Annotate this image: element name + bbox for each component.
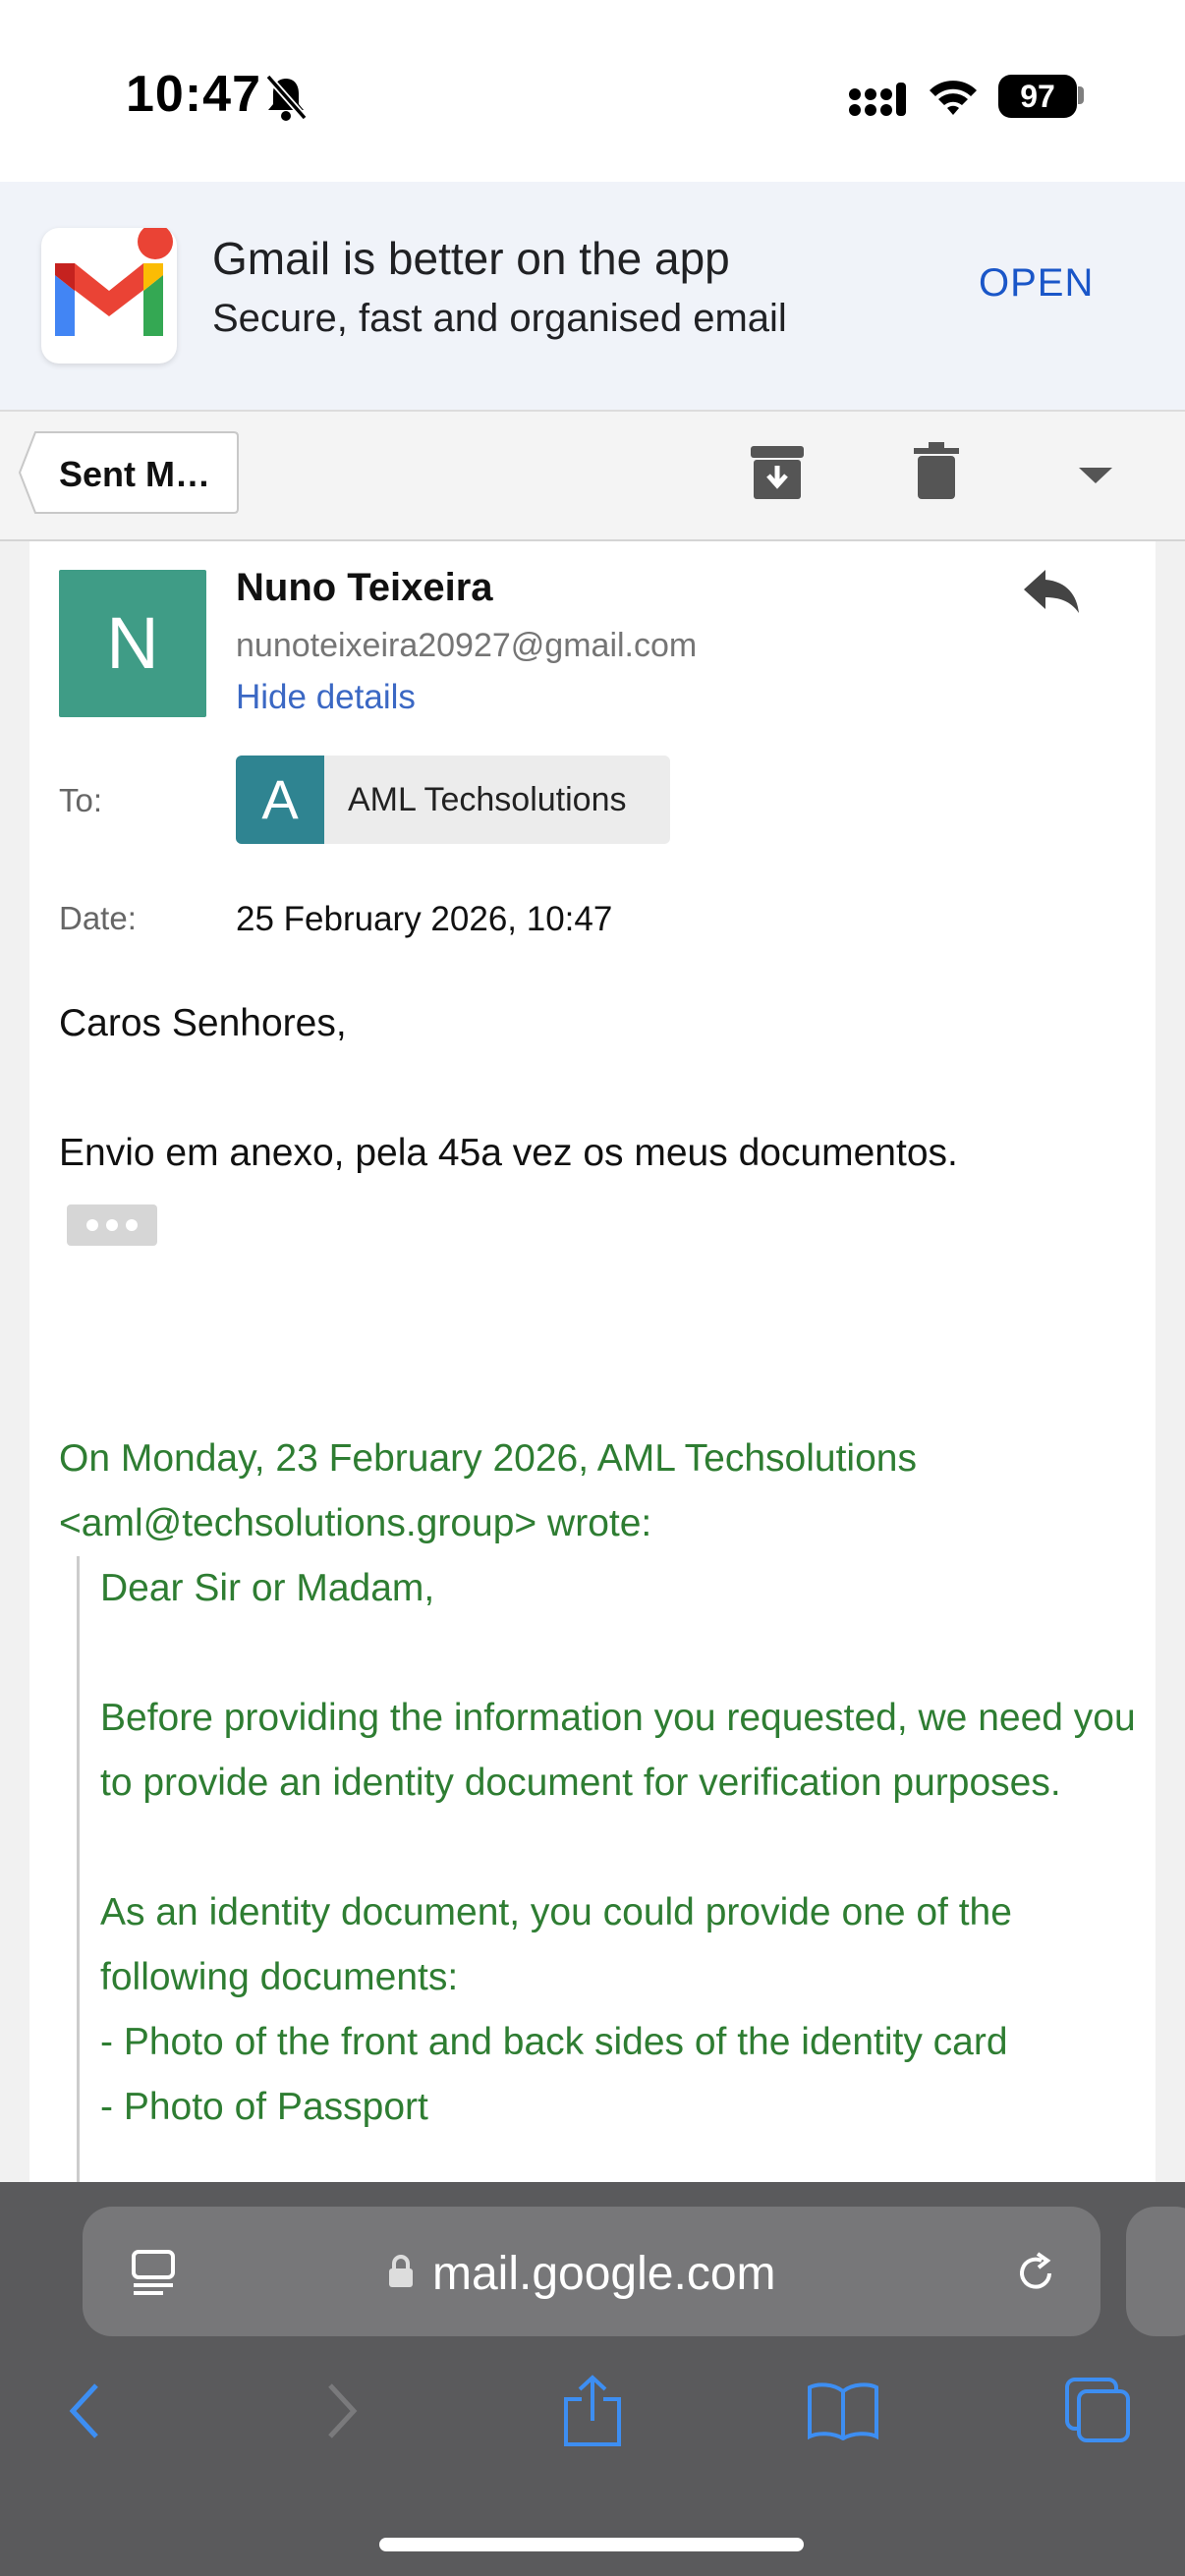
quoted-reply-header: On Monday, 23 February 2026, AML Techsol… bbox=[59, 1437, 917, 1544]
email-greeting: Caros Senhores, bbox=[59, 1002, 347, 1044]
share-icon[interactable] bbox=[560, 2374, 625, 2448]
back-arrow-icon[interactable] bbox=[65, 2381, 104, 2440]
tabs-icon[interactable] bbox=[1063, 2376, 1132, 2444]
open-app-button[interactable]: OPEN bbox=[979, 261, 1094, 306]
banner-subtitle: Secure, fast and organised email bbox=[212, 297, 787, 340]
recipient-avatar: A bbox=[236, 756, 324, 844]
bookmarks-icon[interactable] bbox=[806, 2381, 880, 2440]
status-time: 10:47 bbox=[126, 66, 261, 123]
recipient-name: AML Techsolutions bbox=[348, 781, 627, 818]
url-text: mail.google.com bbox=[432, 2248, 776, 2300]
trash-icon[interactable] bbox=[914, 442, 959, 499]
date-label: Date: bbox=[59, 900, 137, 936]
quote-border bbox=[77, 1556, 80, 2185]
sender-avatar: N bbox=[59, 570, 206, 717]
reader-mode-icon[interactable] bbox=[130, 2248, 179, 2297]
battery-nub bbox=[1078, 86, 1084, 104]
cellular-signal-icon bbox=[849, 83, 906, 116]
page-gutter-left bbox=[0, 541, 29, 2182]
to-label: To: bbox=[59, 782, 103, 818]
gmail-logo-icon bbox=[41, 224, 177, 364]
wifi-icon bbox=[930, 81, 977, 115]
lock-icon bbox=[389, 2255, 413, 2287]
back-button-label: Sent M… bbox=[59, 454, 211, 494]
recipient-chip[interactable]: A AML Techsolutions bbox=[236, 756, 670, 844]
archive-icon[interactable] bbox=[749, 444, 806, 501]
chevron-down-icon[interactable] bbox=[1077, 466, 1114, 485]
page-gutter-right bbox=[1156, 541, 1185, 2182]
battery-indicator: 97 bbox=[998, 75, 1077, 118]
forward-arrow-icon bbox=[328, 2383, 358, 2438]
email-body-text: Envio em anexo, pela 45a vez os meus doc… bbox=[59, 1132, 958, 1174]
hide-details-link[interactable]: Hide details bbox=[236, 678, 416, 717]
sender-name: Nuno Teixeira bbox=[236, 566, 493, 609]
date-value: 25 February 2026, 10:47 bbox=[236, 900, 613, 938]
quoted-message-body: Dear Sir or Madam, Before providing the … bbox=[100, 1567, 1136, 2128]
next-tab-peek[interactable] bbox=[1126, 2207, 1185, 2336]
home-indicator[interactable] bbox=[379, 2538, 804, 2551]
more-dots-icon bbox=[86, 1219, 138, 1231]
reload-icon[interactable] bbox=[1012, 2250, 1059, 2297]
silent-bell-icon bbox=[265, 74, 308, 121]
banner-title: Gmail is better on the app bbox=[212, 233, 730, 284]
reply-icon[interactable] bbox=[1022, 568, 1081, 615]
show-trimmed-content-button[interactable] bbox=[67, 1204, 157, 1246]
sender-email: nunoteixeira20927@gmail.com bbox=[236, 627, 698, 664]
